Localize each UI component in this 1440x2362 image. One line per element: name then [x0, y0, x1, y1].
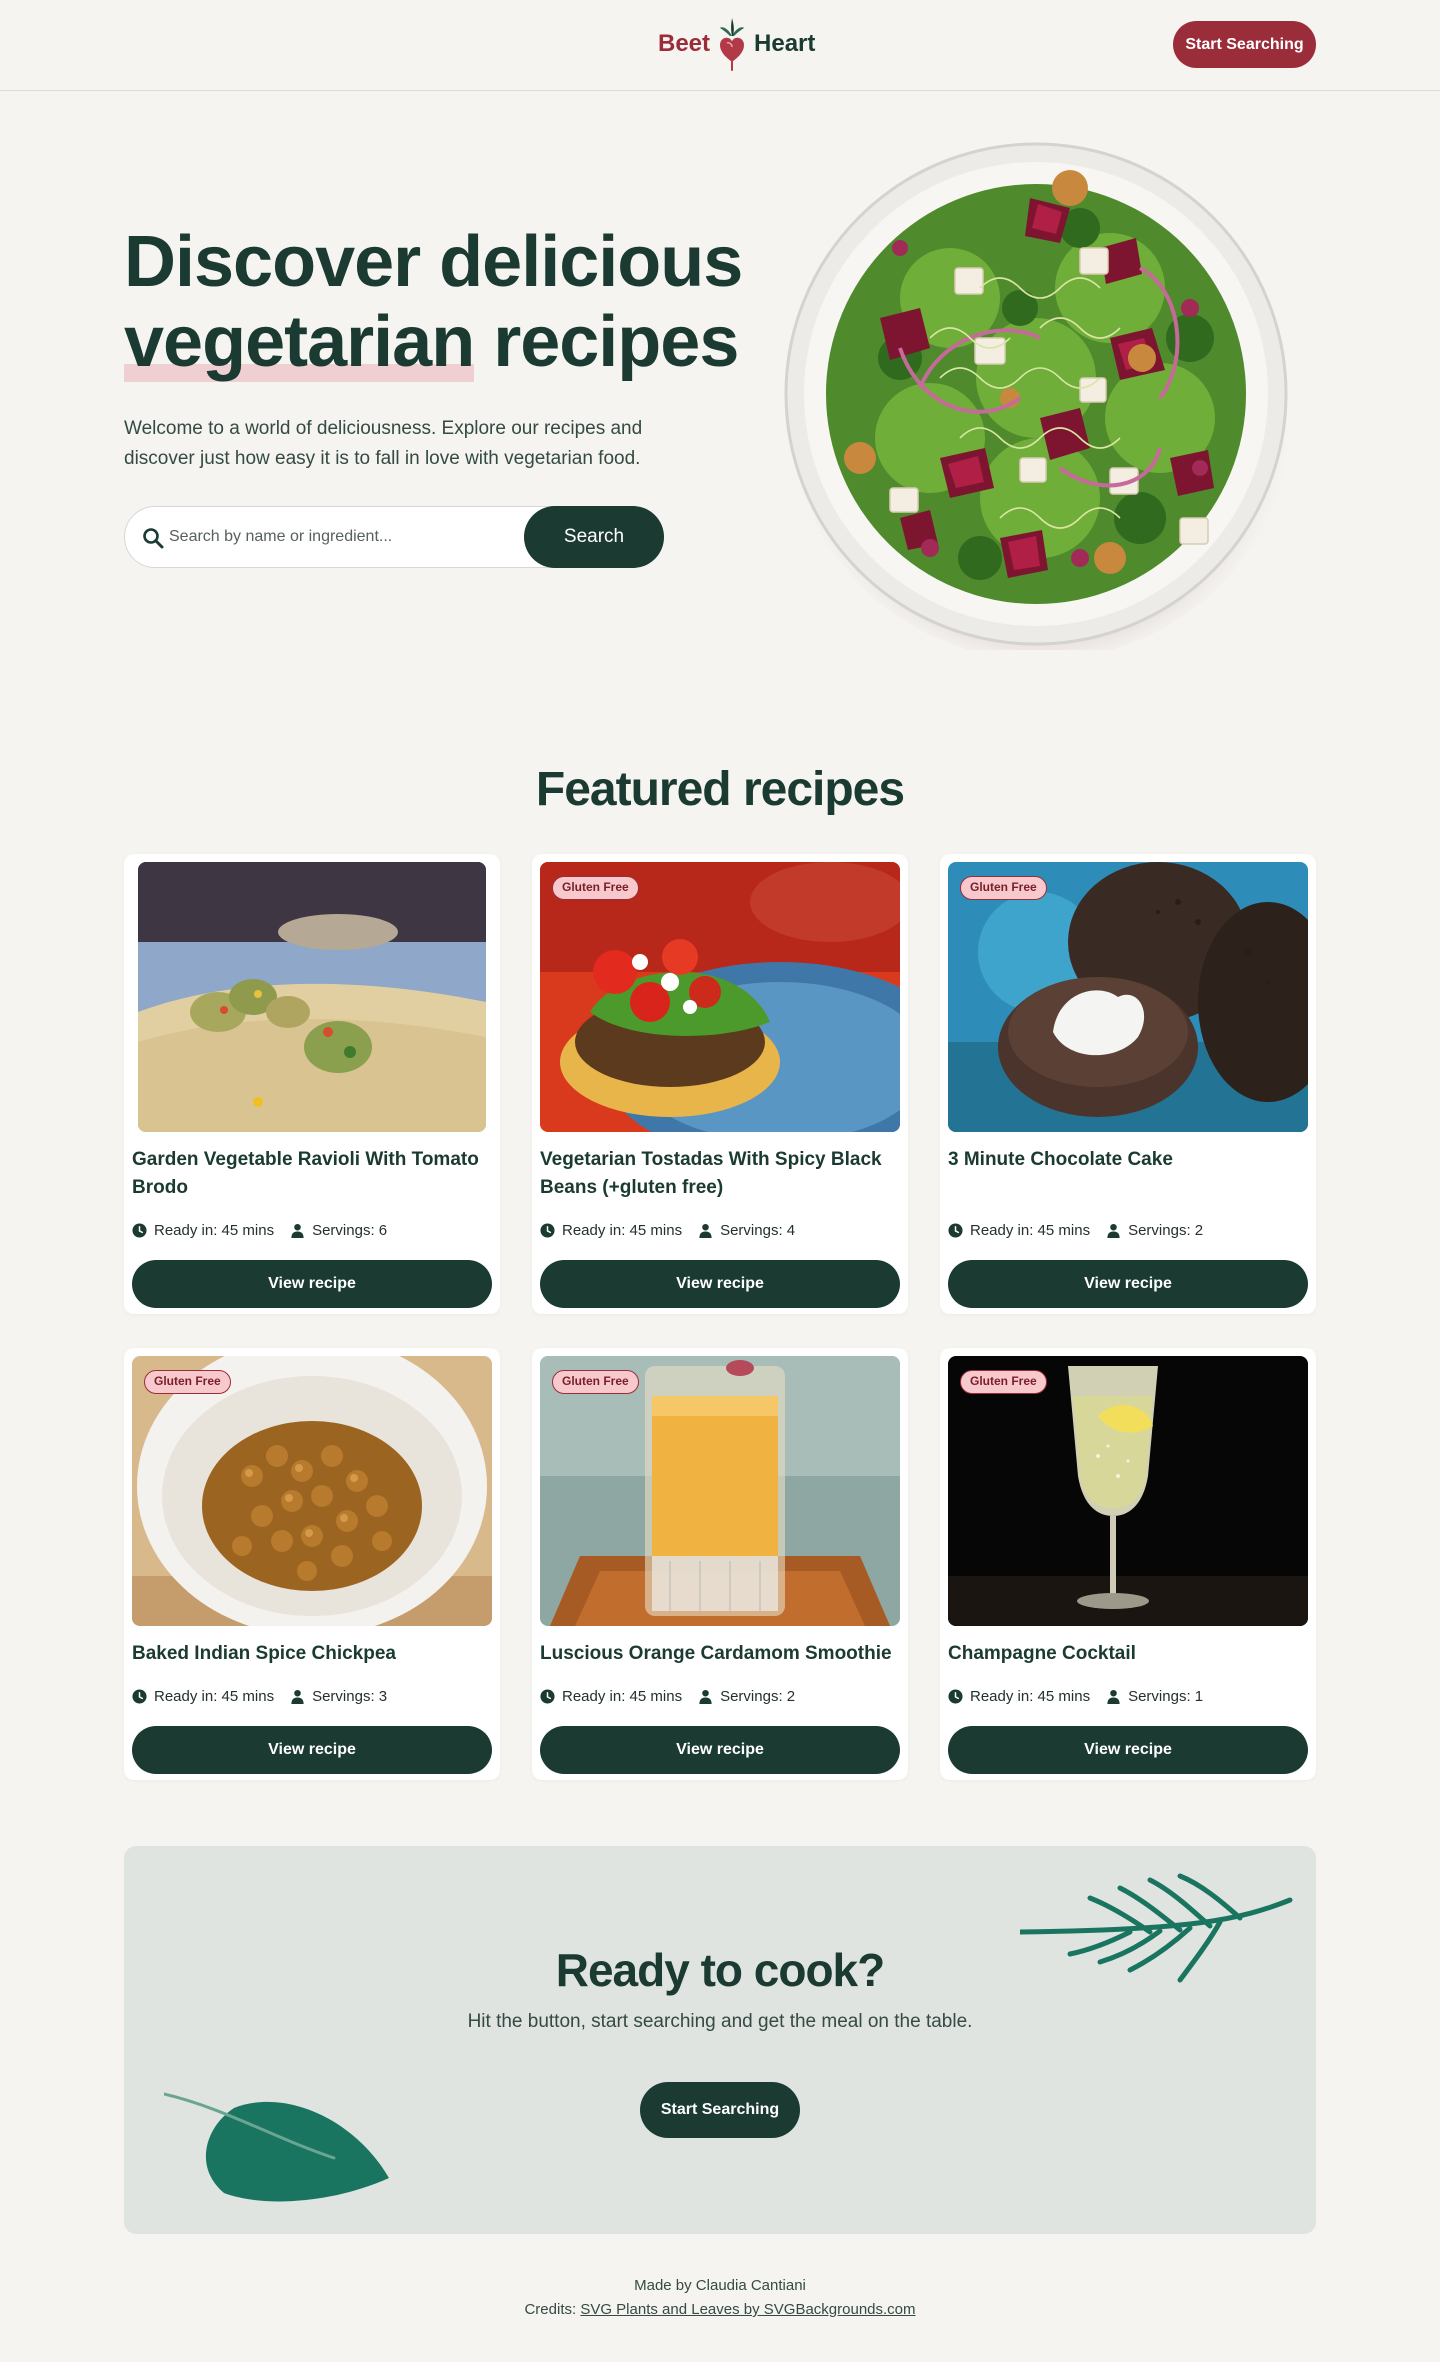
servings-label: Servings:: [312, 1221, 375, 1239]
gluten-free-badge: Gluten Free: [144, 1370, 231, 1394]
recipe-title[interactable]: Garden Vegetable Ravioli With Tomato Bro…: [132, 1146, 492, 1202]
recipe-image[interactable]: Gluten Free: [540, 862, 900, 1132]
view-recipe-button[interactable]: View recipe: [948, 1260, 1308, 1308]
ready-time: 45 mins: [629, 1221, 683, 1239]
footer: Made by Claudia Cantiani Credits: SVG Pl…: [0, 2274, 1440, 2322]
view-recipe-button[interactable]: View recipe: [132, 1726, 492, 1774]
logo-text-heart: Heart: [754, 30, 816, 57]
start-searching-header-button[interactable]: Start Searching: [1173, 21, 1316, 68]
recipe-meta: Ready in: 45 mins Servings: 3: [132, 1686, 492, 1706]
recipe-image[interactable]: Gluten Free: [540, 1356, 900, 1626]
recipe-card: Gluten Free 3 Minute Chocolate Cake Read…: [940, 854, 1316, 1314]
ready-label: Ready in:: [154, 1687, 218, 1705]
clock-icon: [132, 1688, 147, 1704]
recipe-card: Gluten Free Baked Indian Spice Chickpea …: [124, 1348, 500, 1780]
recipe-meta: Ready in: 45 mins Servings: 1: [948, 1686, 1308, 1706]
cta-title: Ready to cook?: [555, 1944, 886, 1996]
recipe-title[interactable]: Vegetarian Tostadas With Spicy Black Bea…: [540, 1146, 900, 1202]
person-icon: [1107, 1689, 1120, 1704]
clock-icon: [540, 1688, 555, 1704]
logo-text-beet: Beet: [658, 30, 711, 57]
person-icon: [291, 1223, 304, 1238]
recipe-title[interactable]: Champagne Cocktail: [948, 1640, 1308, 1668]
recipe-meta: Ready in: 45 mins Servings: 2: [540, 1686, 900, 1706]
recipe-title[interactable]: Luscious Orange Cardamom Smoothie: [540, 1640, 900, 1668]
servings-label: Servings:: [720, 1687, 783, 1705]
salad-bowl-image: [784, 142, 1292, 650]
search-input[interactable]: [169, 517, 469, 557]
person-icon: [699, 1689, 712, 1704]
servings-label: Servings:: [1128, 1687, 1191, 1705]
ready-time: 45 mins: [221, 1687, 275, 1705]
footer-credits-link[interactable]: SVG Plants and Leaves by SVGBackgrounds.…: [580, 2301, 915, 2318]
recipe-title[interactable]: 3 Minute Chocolate Cake: [948, 1146, 1308, 1174]
view-recipe-button[interactable]: View recipe: [132, 1260, 492, 1308]
servings-label: Servings:: [312, 1687, 375, 1705]
gluten-free-badge: Gluten Free: [960, 876, 1047, 900]
recipe-image[interactable]: Gluten Free: [132, 1356, 492, 1626]
recipe-image[interactable]: Gluten Free: [948, 1356, 1308, 1626]
cta-subtitle: Hit the button, start searching and get …: [467, 2011, 973, 2032]
servings-label: Servings:: [720, 1221, 783, 1239]
beet-heart-logo-icon: [720, 18, 745, 71]
clock-icon: [540, 1222, 555, 1238]
search-icon: [143, 528, 164, 549]
clock-icon: [132, 1222, 147, 1238]
servings-count: 6: [378, 1221, 388, 1239]
search-form: Search: [124, 506, 664, 568]
footer-made-by: Made by Claudia Cantiani: [634, 2277, 806, 2294]
start-searching-cta-button[interactable]: Start Searching: [640, 2082, 800, 2138]
servings-count: 3: [378, 1687, 388, 1705]
logo[interactable]: Beet Heart: [658, 16, 815, 72]
recipe-card: Gluten Free Luscious Orange Cardamom Smo…: [532, 1348, 908, 1780]
hero-title-line1: Discover delicious: [124, 222, 743, 302]
gluten-free-badge: Gluten Free: [552, 1370, 639, 1394]
ready-time: 45 mins: [221, 1221, 275, 1239]
hero-title: Discover delicious vegetarian recipes: [124, 222, 744, 382]
ready-label: Ready in:: [562, 1221, 626, 1239]
recipe-image[interactable]: [138, 862, 486, 1132]
recipe-title[interactable]: Baked Indian Spice Chickpea: [132, 1640, 492, 1668]
footer-credits: Credits: SVG Plants and Leaves by SVGBac…: [0, 2298, 1440, 2322]
recipe-meta: Ready in: 45 mins Servings: 2: [948, 1220, 1308, 1240]
recipe-card: Garden Vegetable Ravioli With Tomato Bro…: [124, 854, 500, 1314]
hero-title-highlight: vegetarian: [124, 302, 475, 382]
person-icon: [291, 1689, 304, 1704]
view-recipe-button[interactable]: View recipe: [540, 1726, 900, 1774]
ready-time: 45 mins: [1037, 1687, 1091, 1705]
gluten-free-badge: Gluten Free: [960, 1370, 1047, 1394]
servings-count: 4: [786, 1221, 796, 1239]
servings-label: Servings:: [1128, 1221, 1191, 1239]
search-button[interactable]: Search: [524, 506, 664, 568]
ready-time: 45 mins: [1037, 1221, 1091, 1239]
featured-recipes-title: Featured recipes: [535, 763, 905, 816]
servings-count: 2: [1194, 1221, 1204, 1239]
footer-credits-label: Credits:: [524, 2301, 577, 2318]
view-recipe-button[interactable]: View recipe: [948, 1726, 1308, 1774]
gluten-free-badge: Gluten Free: [552, 876, 639, 900]
recipe-card: Gluten Free Champagne Cocktail Ready in:…: [940, 1348, 1316, 1780]
servings-count: 1: [1194, 1687, 1204, 1705]
clock-icon: [948, 1222, 963, 1238]
recipe-meta: Ready in: 45 mins Servings: 4: [540, 1220, 900, 1240]
person-icon: [1107, 1223, 1120, 1238]
ready-label: Ready in:: [154, 1221, 218, 1239]
site-header: Beet Heart Start Searching: [0, 0, 1440, 91]
ready-time: 45 mins: [629, 1687, 683, 1705]
hero-subtitle: Welcome to a world of deliciousness. Exp…: [124, 418, 643, 469]
hero-title-rest: recipes: [474, 302, 739, 382]
ready-label: Ready in:: [970, 1221, 1034, 1239]
leaf-decoration: [164, 2092, 389, 2202]
recipe-meta: Ready in: 45 mins Servings: 6: [132, 1220, 492, 1240]
servings-count: 2: [786, 1687, 796, 1705]
recipe-card: Gluten Free Vegetarian Tostadas With Spi…: [532, 854, 908, 1314]
clock-icon: [948, 1688, 963, 1704]
recipe-image[interactable]: Gluten Free: [948, 862, 1308, 1132]
person-icon: [699, 1223, 712, 1238]
ready-label: Ready in:: [562, 1687, 626, 1705]
ready-label: Ready in:: [970, 1687, 1034, 1705]
cta-panel: Ready to cook? Hit the button, start sea…: [124, 1846, 1316, 2234]
view-recipe-button[interactable]: View recipe: [540, 1260, 900, 1308]
